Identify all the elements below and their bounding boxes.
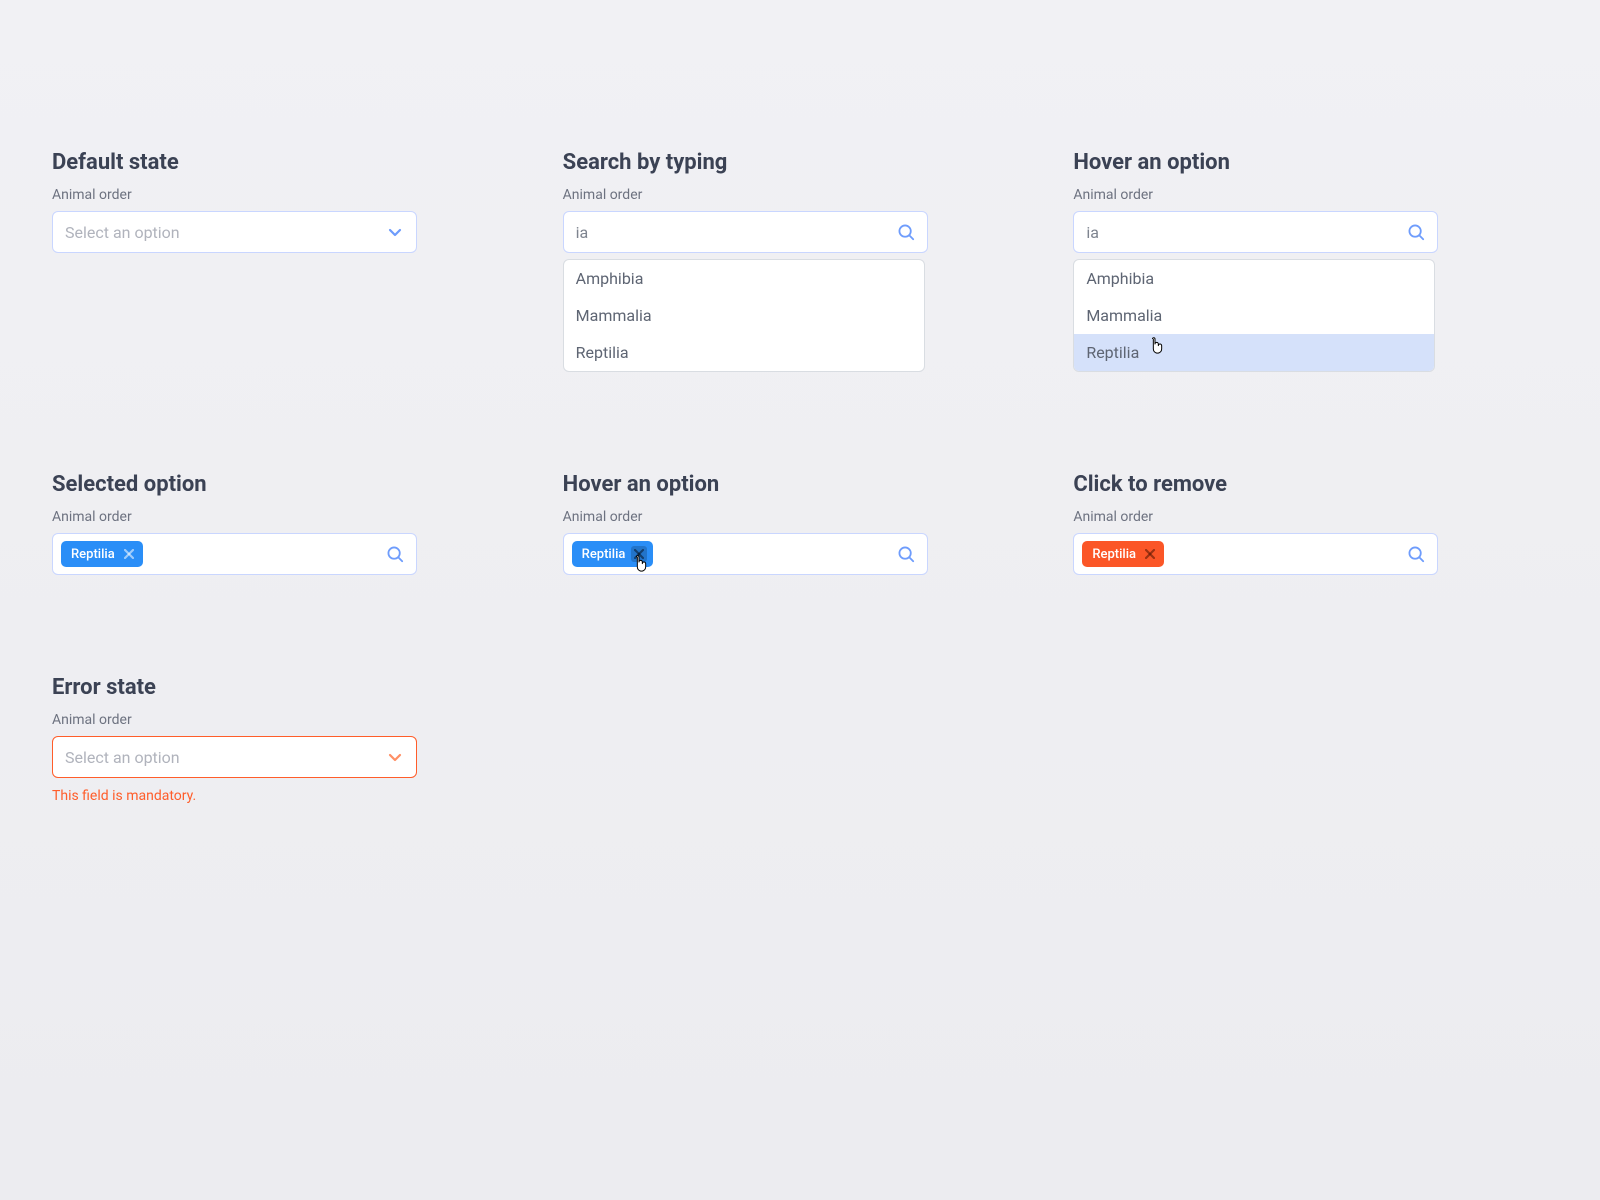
section-hover-tag-remove: Hover an option Animal order Reptilia (563, 472, 1038, 575)
section-search-by-typing: Search by typing Animal order ia Amphibi… (563, 150, 1038, 372)
search-text: ia (1086, 223, 1099, 242)
error-message: This field is mandatory. (52, 788, 527, 804)
select-control[interactable]: Select an option (52, 211, 417, 253)
select-control[interactable]: Reptilia (563, 533, 928, 575)
selected-tag: Reptilia (572, 541, 654, 567)
select-placeholder: Select an option (65, 748, 180, 767)
option-amphibia[interactable]: Amphibia (564, 260, 924, 297)
search-icon (384, 543, 406, 565)
select-placeholder: Select an option (65, 223, 180, 242)
section-hover-option: Hover an option Animal order ia Amphibia… (1073, 150, 1548, 372)
search-icon (1405, 543, 1427, 565)
option-mammalia[interactable]: Mammalia (564, 297, 924, 334)
search-icon (1405, 221, 1427, 243)
section-selected-option: Selected option Animal order Reptilia (52, 472, 527, 575)
section-click-to-remove: Click to remove Animal order Reptilia (1073, 472, 1548, 575)
tag-remove-button[interactable] (1142, 546, 1158, 562)
section-title: Search by typing (563, 150, 1038, 175)
chevron-down-icon (384, 746, 406, 768)
select-control[interactable]: Reptilia (1073, 533, 1438, 575)
tag-remove-button[interactable] (121, 546, 137, 562)
tag-label: Reptilia (582, 547, 626, 562)
options-dropdown: Amphibia Mammalia Reptilia (563, 259, 925, 372)
option-reptilia[interactable]: Reptilia (564, 334, 924, 371)
field-label: Animal order (52, 187, 527, 203)
field-label: Animal order (1073, 187, 1548, 203)
section-title: Selected option (52, 472, 527, 497)
field-label: Animal order (563, 509, 1038, 525)
tag-label: Reptilia (71, 547, 115, 562)
section-error-state: Error state Animal order Select an optio… (52, 675, 527, 804)
section-title: Hover an option (563, 472, 1038, 497)
search-text: ia (576, 223, 589, 242)
field-label: Animal order (52, 712, 527, 728)
select-control-error[interactable]: Select an option (52, 736, 417, 778)
search-icon (895, 543, 917, 565)
option-amphibia[interactable]: Amphibia (1074, 260, 1434, 297)
tag-label: Reptilia (1092, 547, 1136, 562)
selected-tag: Reptilia (61, 541, 143, 567)
section-title: Hover an option (1073, 150, 1548, 175)
section-title: Click to remove (1073, 472, 1548, 497)
tag-remove-button[interactable] (631, 546, 647, 562)
option-mammalia[interactable]: Mammalia (1074, 297, 1434, 334)
field-label: Animal order (563, 187, 1038, 203)
select-search-input[interactable]: ia (1073, 211, 1438, 253)
section-title: Error state (52, 675, 527, 700)
section-title: Default state (52, 150, 527, 175)
option-reptilia[interactable]: Reptilia (1074, 334, 1434, 371)
section-default-state: Default state Animal order Select an opt… (52, 150, 527, 253)
select-search-input[interactable]: ia (563, 211, 928, 253)
chevron-down-icon (384, 221, 406, 243)
options-dropdown: Amphibia Mammalia Reptilia (1073, 259, 1435, 372)
search-icon (895, 221, 917, 243)
select-control[interactable]: Reptilia (52, 533, 417, 575)
field-label: Animal order (52, 509, 527, 525)
selected-tag-removing: Reptilia (1082, 541, 1164, 567)
field-label: Animal order (1073, 509, 1548, 525)
